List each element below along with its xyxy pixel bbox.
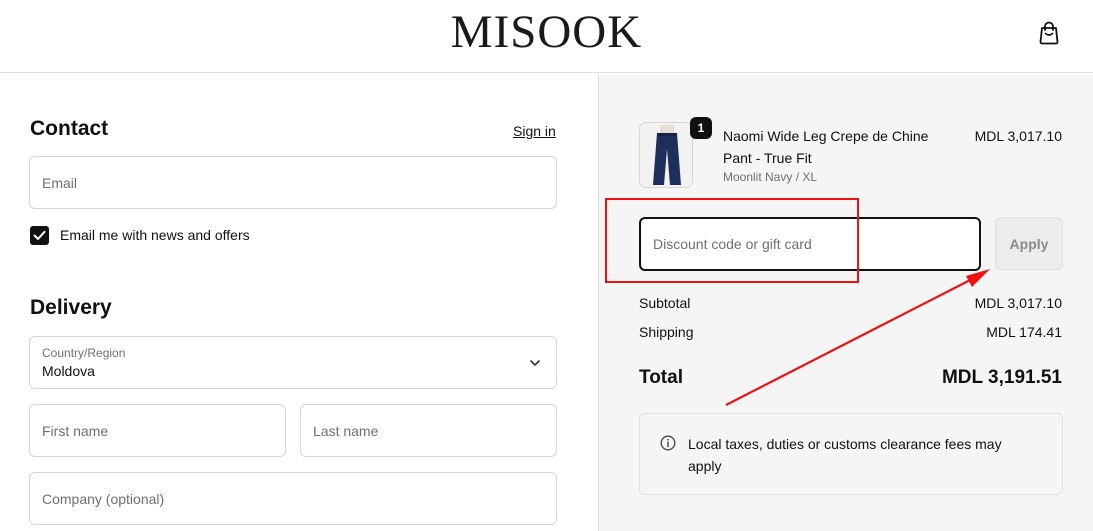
shopping-bag-icon <box>1039 21 1059 45</box>
discount-input[interactable] <box>641 219 979 269</box>
shipping-label: Shipping <box>639 324 694 340</box>
newsletter-label: Email me with news and offers <box>60 227 250 243</box>
store-logo[interactable]: MISOOK <box>0 6 1093 58</box>
info-icon <box>660 435 676 451</box>
product-price: MDL 3,017.10 <box>974 128 1062 144</box>
order-summary: 1 Naomi Wide Leg Crepe de Chine Pant - T… <box>598 74 1093 531</box>
product-variant: Moonlit Navy / XL <box>723 170 818 184</box>
sign-in-link[interactable]: Sign in <box>513 123 556 139</box>
country-value: Moldova <box>42 363 95 379</box>
total-value: MDL 3,191.51 <box>941 367 1062 388</box>
contact-title: Contact <box>30 117 109 140</box>
checkout-form: Contact Sign in Email me with news and o… <box>0 74 598 531</box>
quantity-badge: 1 <box>690 117 712 139</box>
header: MISOOK <box>0 0 1093 73</box>
total-label: Total <box>639 367 683 388</box>
cart-button[interactable] <box>1036 20 1062 46</box>
email-input[interactable] <box>30 157 556 208</box>
last-name-field[interactable] <box>300 404 557 457</box>
first-name-field[interactable] <box>29 404 286 457</box>
email-field[interactable] <box>29 156 557 209</box>
country-select[interactable]: Country/Region Moldova <box>29 336 557 389</box>
company-field[interactable] <box>29 472 557 525</box>
subtotal-label: Subtotal <box>639 295 691 311</box>
country-label: Country/Region <box>42 346 126 360</box>
taxes-notice-text: Local taxes, duties or customs clearance… <box>688 436 1002 474</box>
product-image <box>639 122 693 188</box>
taxes-notice: Local taxes, duties or customs clearance… <box>639 413 1063 495</box>
checkmark-icon <box>33 230 46 240</box>
shipping-value: MDL 174.41 <box>986 324 1062 340</box>
pants-image <box>640 123 692 187</box>
subtotal-value: MDL 3,017.10 <box>974 295 1062 311</box>
last-name-input[interactable] <box>301 405 556 456</box>
apply-button[interactable]: Apply <box>995 217 1063 270</box>
first-name-input[interactable] <box>30 405 285 456</box>
delivery-title: Delivery <box>30 296 112 319</box>
product-name: Naomi Wide Leg Crepe de Chine Pant - Tru… <box>723 128 929 166</box>
newsletter-checkbox[interactable] <box>30 226 49 245</box>
discount-field[interactable] <box>639 217 981 271</box>
company-input[interactable] <box>30 473 556 524</box>
chevron-down-icon <box>530 360 540 366</box>
